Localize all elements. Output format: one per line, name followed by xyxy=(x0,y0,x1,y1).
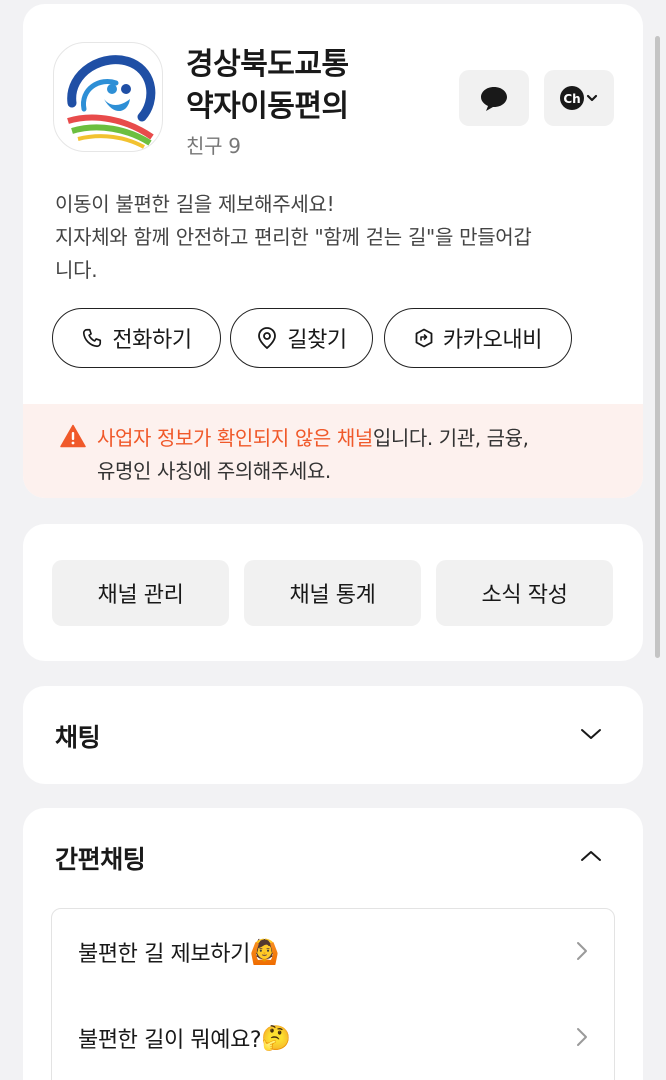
chevron-right-icon xyxy=(577,1028,587,1046)
chat-section-title: 채팅 xyxy=(55,723,101,752)
warning-rest: 입니다. 기관, 금융, xyxy=(372,426,529,450)
warning-line2: 유명인 사칭에 주의해주세요. xyxy=(97,459,331,483)
chevron-right-icon xyxy=(577,942,587,960)
navi-icon xyxy=(415,328,433,348)
thinking-face-emoji: 🤔 xyxy=(261,1024,291,1052)
channel-menu-button[interactable]: Ch xyxy=(544,70,614,126)
quick-chat-section: 간편채팅 불편한 길 제보하기 🙆 불편한 길이 뭐예요? 🤔 xyxy=(23,808,643,1080)
warning-highlight: 사업자 정보가 확인되지 않은 채널 xyxy=(97,426,373,450)
description-line3: 니다. xyxy=(55,258,98,282)
quick-chat-item[interactable]: 불편한 길 제보하기 🙆 xyxy=(52,909,614,995)
friends-count: 친구 9 xyxy=(186,134,241,158)
write-news-button[interactable]: 소식 작성 xyxy=(436,560,613,626)
channel-description: 이동이 불편한 길을 제보해주세요! 지자체와 함께 안전하고 편리한 "함께 … xyxy=(55,188,625,287)
warning-line1: 사업자 정보가 확인되지 않은 채널입니다. 기관, 금융, xyxy=(97,422,617,455)
channel-manage-button[interactable]: 채널 관리 xyxy=(52,560,229,626)
location-pin-icon xyxy=(258,327,277,350)
directions-button[interactable]: 길찾기 xyxy=(230,308,373,368)
channel-name-line2: 약자이동편의 xyxy=(186,89,349,124)
chevron-up-icon[interactable] xyxy=(579,848,603,864)
phone-icon xyxy=(83,328,102,348)
quick-chat-title: 간편채팅 xyxy=(55,845,146,874)
scrollbar[interactable] xyxy=(655,36,660,658)
warning-triangle-icon xyxy=(60,424,86,448)
channel-name-line1: 경상북도교통 xyxy=(186,47,349,82)
channel-manage-card: 채널 관리 채널 통계 소식 작성 xyxy=(23,524,643,661)
description-line1: 이동이 불편한 길을 제보해주세요! xyxy=(55,192,335,216)
speech-bubble-icon xyxy=(481,87,507,111)
ch-icon: Ch xyxy=(560,86,598,110)
warning-text: 사업자 정보가 확인되지 않은 채널입니다. 기관, 금융, 유명인 사칭에 주… xyxy=(97,422,617,488)
person-gesturing-emoji: 🙆 xyxy=(249,938,280,966)
chat-button[interactable] xyxy=(459,70,529,126)
svg-text:Ch: Ch xyxy=(563,92,580,106)
quick-chat-list: 불편한 길 제보하기 🙆 불편한 길이 뭐예요? 🤔 xyxy=(51,908,615,1080)
channel-logo[interactable] xyxy=(53,42,163,152)
quick-chat-item[interactable]: 불편한 길이 뭐예요? 🤔 xyxy=(52,995,614,1080)
profile-card: 경상북도교통 약자이동편의 친구 9 Ch 이동이 불편한 길을 제보해주세요!… xyxy=(23,4,643,498)
unverified-channel-warning: 사업자 정보가 확인되지 않은 채널입니다. 기관, 금융, 유명인 사칭에 주… xyxy=(23,404,643,498)
description-line2: 지자체와 함께 안전하고 편리한 "함께 걷는 길"을 만들어갑 xyxy=(55,225,532,249)
kakaonavi-button-label: 카카오내비 xyxy=(442,328,543,353)
kakaonavi-button[interactable]: 카카오내비 xyxy=(384,308,572,368)
chevron-down-icon[interactable] xyxy=(579,726,603,742)
call-button-label: 전화하기 xyxy=(112,328,192,353)
quick-chat-item-label: 불편한 길 제보하기 xyxy=(78,942,250,967)
call-button[interactable]: 전화하기 xyxy=(52,308,221,368)
quick-chat-item-label: 불편한 길이 뭐예요? xyxy=(78,1028,262,1053)
channel-stats-button[interactable]: 채널 통계 xyxy=(244,560,421,626)
chat-section[interactable]: 채팅 xyxy=(23,686,643,784)
channel-name: 경상북도교통 약자이동편의 xyxy=(186,44,436,128)
directions-button-label: 길찾기 xyxy=(287,328,347,353)
